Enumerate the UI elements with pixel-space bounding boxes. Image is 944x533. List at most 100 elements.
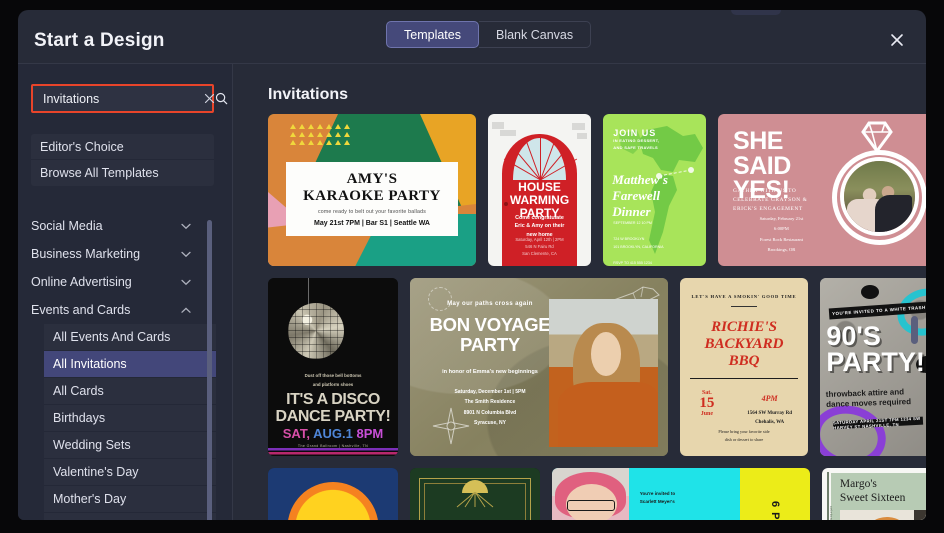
template-row: AMY'S KARAOKE PARTY come ready to belt ou… xyxy=(268,114,926,266)
template-card-amys-karaoke-party[interactable]: AMY'S KARAOKE PARTY come ready to belt ou… xyxy=(268,114,476,266)
sidebar-scrollbar[interactable] xyxy=(207,220,212,520)
card-time: 4PM xyxy=(761,393,778,403)
search-icon[interactable] xyxy=(215,86,228,111)
chevron-down-icon xyxy=(181,219,191,233)
template-card-she-said-yes[interactable]: SHE SAID YES! GATHER WITH US TO CELEBRAT… xyxy=(718,114,926,266)
search-box[interactable] xyxy=(31,84,228,113)
card-heading: BON VOYAGE PARTY xyxy=(429,314,551,356)
sidebar-item-all-cards[interactable]: All Cards xyxy=(44,378,216,405)
card-date: SAT, AUG.1 8PM xyxy=(282,425,384,441)
decor-dots xyxy=(400,245,460,258)
engagement-photo xyxy=(840,156,920,236)
template-card-bon-voyage-party[interactable]: May our paths cross again BON VOYAGE PAR… xyxy=(410,278,668,456)
close-icon[interactable] xyxy=(885,28,909,52)
card-footer: The Grand Ballroom | Nashville, TN xyxy=(297,443,369,448)
card-heading: IT'S A DISCO DANCE PARTY! xyxy=(275,390,391,425)
chevron-down-icon xyxy=(181,275,191,289)
sidebar-category-online-advertising[interactable]: Online Advertising xyxy=(31,268,201,296)
category-label: Business Marketing xyxy=(31,247,141,261)
template-thumbnail: AMY'S KARAOKE PARTY come ready to belt ou… xyxy=(268,114,476,266)
category-label: Events and Cards xyxy=(31,303,131,317)
card-photo xyxy=(549,299,658,448)
tab-bar: Templates Blank Canvas xyxy=(386,21,592,48)
sidebar-item-winter-holiday[interactable]: Winter Holiday xyxy=(44,513,216,520)
decor-wire xyxy=(308,278,310,307)
tab-blank-canvas[interactable]: Blank Canvas xyxy=(478,21,592,48)
card-details: May 21st 7PM | Bar S1 | Seattle WA xyxy=(314,220,430,228)
card-photo xyxy=(839,510,926,520)
decor-panel: 6 P M xyxy=(740,468,810,520)
card-line1: AMY'S xyxy=(346,170,398,187)
main-scrollbar[interactable] xyxy=(911,316,918,344)
decor-dots xyxy=(290,124,350,145)
card-heading: RICHIE'S BACKYARD BBQ xyxy=(704,318,784,369)
card-side-text: celebrating xyxy=(829,506,834,520)
card-subtitle: in honor of Emma's new beginnings xyxy=(442,368,538,375)
template-thumbnail: let's turn back the clock to the prohibi… xyxy=(410,468,540,520)
card-address: 1564 SW Murray Rd Chehalis, WA xyxy=(747,411,792,426)
sidebar-item-valentines-day[interactable]: Valentine's Day xyxy=(44,459,216,486)
card-details: 4PM 1564 SW Murray Rd Chehalis, WA xyxy=(741,392,797,427)
sidebar-category-business-marketing[interactable]: Business Marketing xyxy=(31,240,201,268)
template-thumbnail: LET'S HAVE A SMOKIN' GOOD TIME RICHIE'S … xyxy=(680,278,808,456)
decor-stripes xyxy=(268,448,398,456)
template-thumbnail: Dust off those bell bottoms and platform… xyxy=(268,278,398,456)
sidebar-item-all-invitations[interactable]: All Invitations xyxy=(44,351,216,378)
template-card-its-a-disco-dance-party[interactable]: Dust off those bell bottoms and platform… xyxy=(268,278,398,456)
card-date-block: Sat. 15 June xyxy=(690,390,723,417)
sidebar-item-birthdays[interactable]: Birthdays xyxy=(44,405,216,432)
card-details: Saturday, February 21st 6:00PM Forest Ro… xyxy=(759,216,804,252)
template-thumbnail: HOUSE WARMING PARTY Come congratulate Er… xyxy=(488,114,591,266)
sidebar: Editor's Choice Browse All Templates Soc… xyxy=(18,64,233,520)
template-card-richies-backyard-bbq[interactable]: LET'S HAVE A SMOKIN' GOOD TIME RICHIE'S … xyxy=(680,278,808,456)
template-thumbnail: YOU'RE INVITED TO A WHITE TRASH 90'S PAR… xyxy=(820,278,926,456)
sidebar-item-mothers-day[interactable]: Mother's Day xyxy=(44,486,216,513)
template-grid: AMY'S KARAOKE PARTY come ready to belt ou… xyxy=(268,114,926,520)
card-kicker: LET'S HAVE A SMOKIN' GOOD TIME xyxy=(691,294,797,300)
clear-search-icon[interactable] xyxy=(204,86,215,111)
template-thumbnail: celebrating Margo's Sweet Sixteen xyxy=(822,468,926,520)
disco-ball-icon xyxy=(287,302,344,359)
card-kicker: JOIN US xyxy=(613,127,657,138)
card-subtitle: throwback attire and dance moves require… xyxy=(826,387,912,410)
page-title: Start a Design xyxy=(34,30,165,51)
sidebar-item-wedding-sets[interactable]: Wedding Sets xyxy=(44,432,216,459)
card-details: SEPTEMBER 12 10 PM 724 W BROOKLYN 101 BR… xyxy=(613,221,664,265)
card-kicker: May our paths cross again xyxy=(447,301,533,308)
sidebar-category-social-media[interactable]: Social Media xyxy=(31,212,201,240)
card-heading: Margo's Sweet Sixteen xyxy=(839,478,906,505)
card-kicker: Dust off those bell bottoms and platform… xyxy=(304,373,362,387)
sidebar-item-all-events-and-cards[interactable]: All Events And Cards xyxy=(44,324,216,351)
modal-header: Start a Design Templates Blank Canvas xyxy=(18,10,926,70)
card-subtitle: GATHER WITH US TO CELEBRATE GRAYSON & ER… xyxy=(733,187,808,213)
start-a-design-modal: Start a Design Templates Blank Canvas In… xyxy=(18,10,926,520)
card-footer: Please bring your favorite side dish or … xyxy=(718,428,770,442)
sidebar-category-events-and-cards[interactable]: Events and Cards xyxy=(31,296,201,324)
card-details: Saturday, April 12th | 2PM 546 N Fairu R… xyxy=(515,236,564,256)
card-details: Saturday, December 1st | 5PM The Smith R… xyxy=(454,388,526,427)
card-month: June xyxy=(700,411,714,418)
category-scroll-area: Social Media Business Marketing Online A… xyxy=(18,212,232,520)
sidebar-item-browse-all-templates[interactable]: Browse All Templates xyxy=(31,160,214,186)
card-kicker: You're invited to Scarlett Meyer's xyxy=(639,491,676,504)
quick-links: Editor's Choice Browse All Templates xyxy=(31,134,214,186)
template-card-prohibition-era[interactable]: let's turn back the clock to the prohibi… xyxy=(410,468,540,520)
template-row: Dust off those bell bottoms and platform… xyxy=(268,278,926,456)
card-subtitle: come ready to belt out your favorite bal… xyxy=(318,209,426,216)
card-time: 6 P M xyxy=(769,501,782,520)
sidebar-item-editors-choice[interactable]: Editor's Choice xyxy=(31,134,214,160)
card-line2: KARAOKE PARTY xyxy=(303,187,441,204)
template-card-90s-party[interactable]: YOU'RE INVITED TO A WHITE TRASH 90'S PAR… xyxy=(820,278,926,456)
category-label: Online Advertising xyxy=(31,275,132,289)
template-card-house-warming-party[interactable]: HOUSE WARMING PARTY Come congratulate Er… xyxy=(488,114,591,266)
chevron-down-icon xyxy=(181,247,191,261)
template-card-matthews-farewell-dinner[interactable]: JOIN US IN EATING DESSERT, AND SAFE TRAV… xyxy=(603,114,706,266)
search-input[interactable] xyxy=(33,86,204,111)
template-card-2015-invite[interactable]: YOU'RE LIKE TOTALLY INVITED TO A 2015 xyxy=(268,468,398,520)
card-photo xyxy=(552,468,630,520)
tab-templates[interactable]: Templates xyxy=(386,21,479,48)
template-card-margos-sweet-sixteen[interactable]: celebrating Margo's Sweet Sixteen xyxy=(822,468,926,520)
template-card-sweet-sixteen-neon[interactable]: You're invited to Scarlett Meyer's SWEET… xyxy=(552,468,810,520)
main-content: Invitations AMY'S KARAOKE PARTY come rea… xyxy=(234,64,926,520)
category-label: Social Media xyxy=(31,219,103,233)
